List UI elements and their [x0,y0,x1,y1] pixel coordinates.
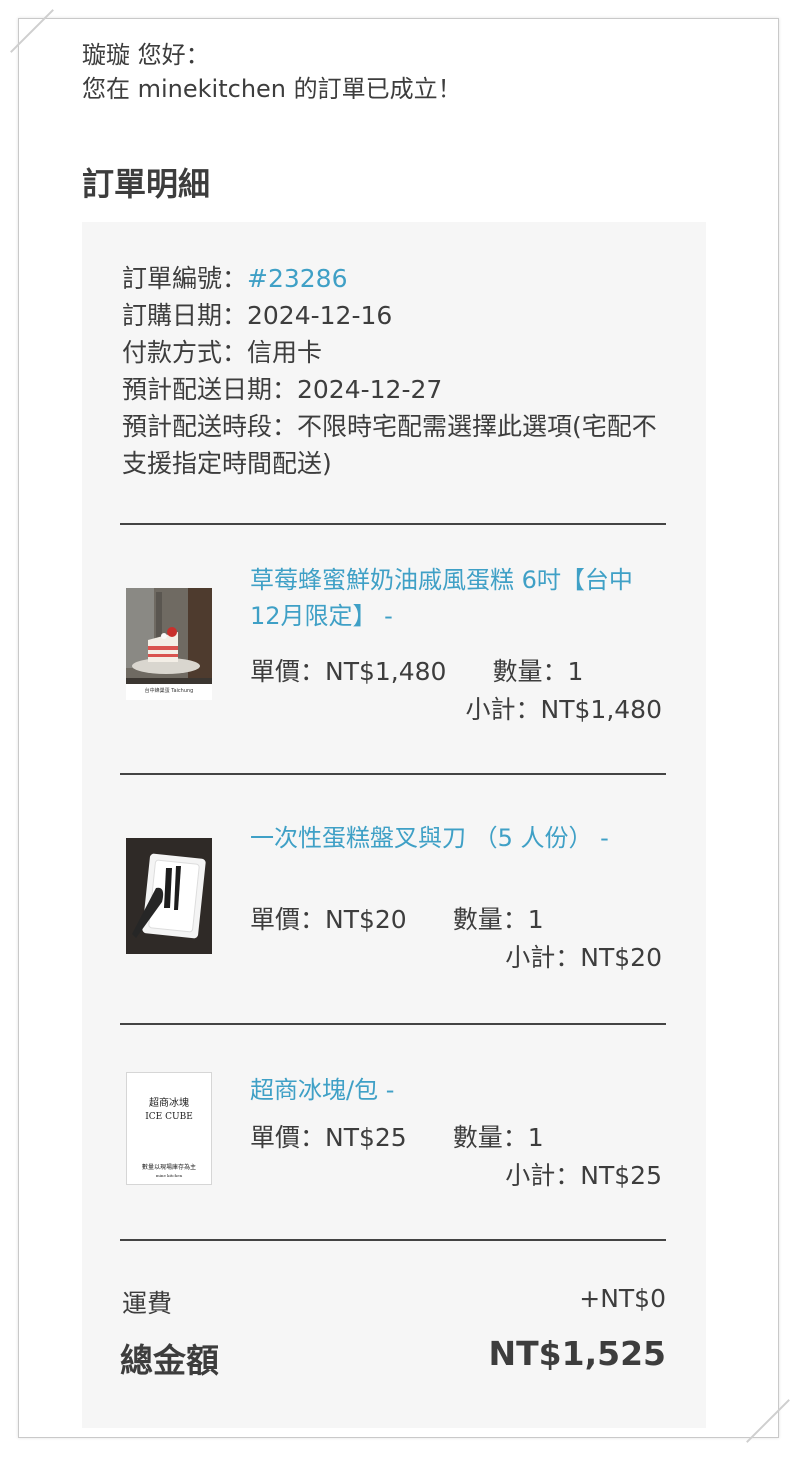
product-image-cutlery[interactable] [126,838,212,954]
product-title-link[interactable]: 草莓蜂蜜鮮奶油戚風蛋糕 6吋【台中12月限定】 - [250,562,662,634]
item-subtotal: 小計：NT$25 [505,1161,662,1190]
delivery-date: 預計配送日期：2024-12-27 [122,375,443,404]
price-row: 單價：NT$20 數量：1 [250,902,544,938]
image-caption: 台中蜂巢蛋 Taichung [144,688,194,694]
greeting: 璇璇 您好： 您在 minekitchen 的訂單已成立！ [82,38,462,106]
ice-note: 數量以現場庫存為主 [141,1164,196,1171]
product-title-link[interactable]: 一次性蛋糕盤叉與刀 （5 人份） - [250,820,662,856]
order-details-panel: 訂單編號：#23286 訂購日期：2024-12-16 付款方式：信用卡 預計配… [82,222,706,1428]
item-subtotal: 小計：NT$1,480 [465,695,662,724]
order-number-label: 訂單編號： [122,264,248,293]
order-date: 訂購日期：2024-12-16 [122,301,393,330]
greeting-message: 您在 minekitchen 的訂單已成立！ [82,75,462,103]
product-title-link[interactable]: 超商冰塊/包 - [250,1072,662,1108]
shipping-label: 運費 [122,1289,173,1318]
cutlery-photo [126,838,212,954]
ice-title-zh: 超商冰塊 [149,1098,189,1109]
divider [120,773,666,775]
unit-price: 單價：NT$25 [250,1123,407,1152]
quantity: 數量：1 [452,1123,544,1152]
product-image-ice[interactable]: 超商冰塊 ICE CUBE 數量以現場庫存為主 mine kitchen [126,1072,212,1185]
order-info: 訂單編號：#23286 訂購日期：2024-12-16 付款方式：信用卡 預計配… [122,260,670,482]
product-image-cake[interactable]: 台中蜂巢蛋 Taichung [126,588,212,700]
unit-price: 單價：NT$20 [250,905,407,934]
quantity: 數量：1 [492,657,584,686]
quantity: 數量：1 [452,905,544,934]
cake-photo [126,588,212,700]
shipping-value: +NT$0 [579,1284,666,1313]
price-row: 單價：NT$25 數量：1 [250,1120,544,1156]
order-number-link[interactable]: #23286 [247,264,347,293]
total-label: 總金額 [120,1341,219,1380]
ice-title-en: ICE CUBE [145,1112,193,1122]
delivery-slot: 預計配送時段：不限時宅配需選擇此選項(宅配不支援指定時間配送) [122,412,657,478]
divider [120,1239,666,1241]
order-number-row: 訂單編號：#23286 [122,260,670,297]
greeting-name: 璇璇 您好： [82,41,210,69]
unit-price: 單價：NT$1,480 [250,657,447,686]
price-row: 單價：NT$1,480 數量：1 [250,654,583,690]
payment-method: 付款方式：信用卡 [122,338,323,367]
divider [120,1023,666,1025]
ice-brand: mine kitchen [155,1173,183,1178]
order-details-title: 訂單明細 [82,165,211,203]
divider [120,523,666,525]
total-value: NT$1,525 [488,1334,666,1373]
item-subtotal: 小計：NT$20 [505,943,662,972]
